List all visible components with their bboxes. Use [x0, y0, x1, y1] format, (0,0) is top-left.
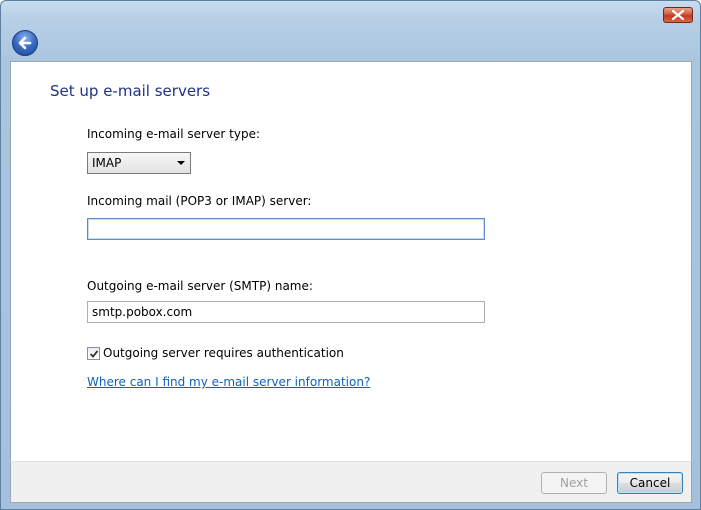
auth-checkbox[interactable]: [87, 347, 100, 360]
footer-bar: Next Cancel: [10, 461, 692, 503]
next-button[interactable]: Next: [541, 472, 607, 494]
outgoing-server-label: Outgoing e-mail server (SMTP) name:: [87, 279, 313, 293]
close-button[interactable]: [663, 7, 693, 23]
incoming-server-input[interactable]: [87, 218, 485, 240]
back-button[interactable]: [12, 30, 38, 56]
content-panel: Set up e-mail servers Incoming e-mail se…: [10, 61, 692, 461]
server-type-value: IMAP: [92, 156, 122, 170]
server-type-label: Incoming e-mail server type:: [87, 127, 261, 141]
chevron-down-icon: [177, 161, 185, 165]
outgoing-server-input[interactable]: [87, 301, 485, 323]
auth-label[interactable]: Outgoing server requires authentication: [103, 346, 344, 360]
server-type-select[interactable]: IMAP: [87, 152, 191, 174]
wizard-window: Set up e-mail servers Incoming e-mail se…: [0, 0, 701, 510]
help-link[interactable]: Where can I find my e-mail server inform…: [87, 375, 370, 389]
close-x-icon: [672, 10, 684, 20]
back-arrow-icon: [18, 36, 32, 50]
checkmark-icon: [89, 350, 99, 358]
cancel-button[interactable]: Cancel: [617, 472, 683, 494]
incoming-server-label: Incoming mail (POP3 or IMAP) server:: [87, 194, 312, 208]
page-title: Set up e-mail servers: [50, 82, 211, 100]
